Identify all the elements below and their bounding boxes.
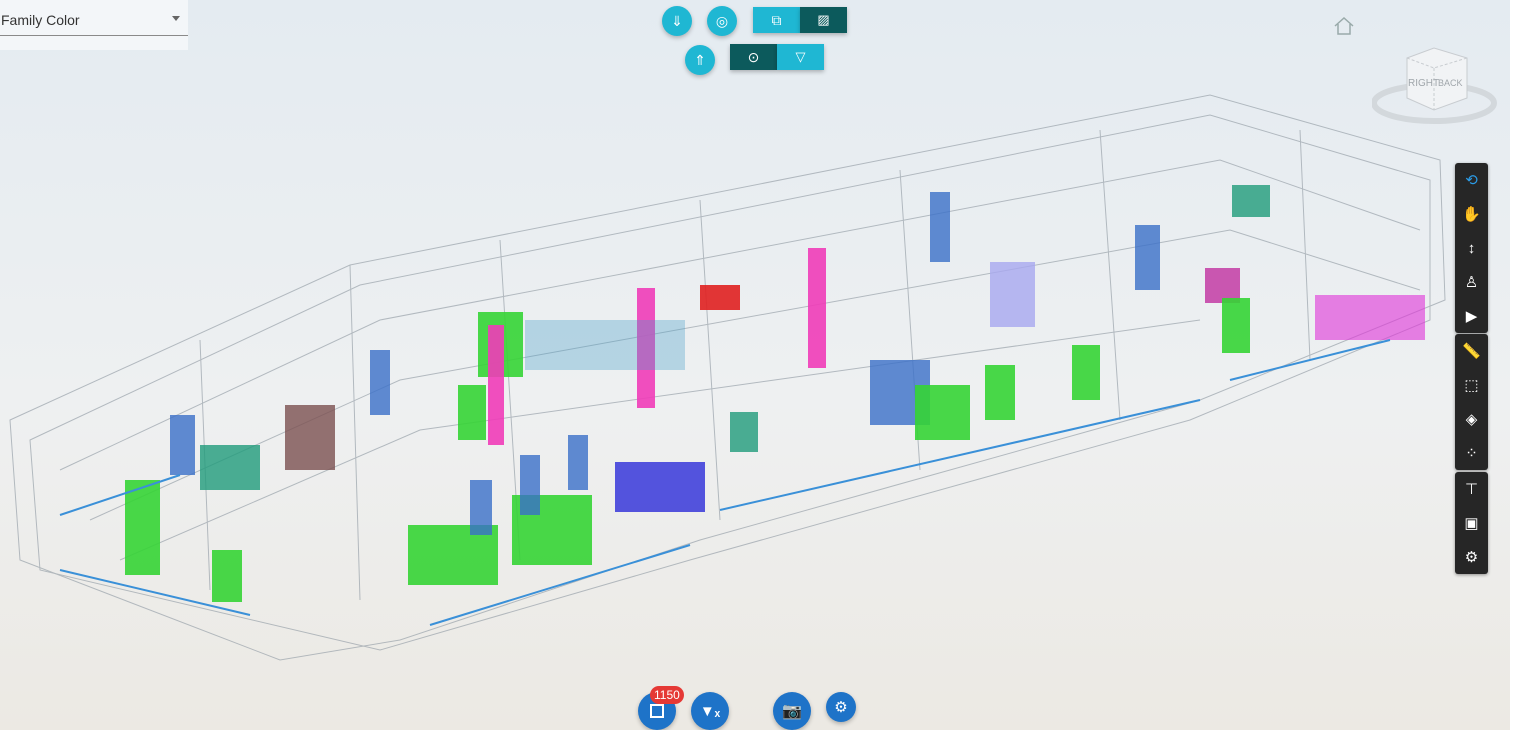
measure-icon: 📏 xyxy=(1462,343,1481,360)
structure-button[interactable]: ⊤ xyxy=(1455,472,1488,506)
camera-icon: ▶ xyxy=(1465,308,1478,325)
focus-button[interactable]: ◎ xyxy=(707,6,737,36)
explode-icon: ◈ xyxy=(1465,411,1478,428)
pan-button[interactable]: ✋ xyxy=(1455,197,1488,231)
section-button[interactable]: ⬚ xyxy=(1455,368,1488,402)
chevron-down-icon xyxy=(172,16,180,21)
navigation-toolbar: ⟲ ✋ ↕ ♙ ▶ xyxy=(1455,163,1488,333)
structure-icon: ⊤ xyxy=(1464,481,1479,498)
zoom-button[interactable]: ↕ xyxy=(1455,231,1488,265)
settings-toolbar: ⊤ ▣ ⚙ xyxy=(1455,472,1488,574)
settings-button[interactable]: ⚙ xyxy=(1455,540,1488,574)
hatch-button[interactable]: ▨ xyxy=(800,7,847,33)
camera-icon: 📷 xyxy=(782,703,802,720)
crosshair-icon: ◎ xyxy=(715,12,729,29)
tools-toolbar: 📏 ⬚ ◈ ⁘ xyxy=(1455,334,1488,470)
selection-count-badge: 1150 xyxy=(650,686,684,704)
record-button[interactable]: ⊙ xyxy=(730,44,777,70)
pan-icon: ✋ xyxy=(1462,206,1481,223)
move-down-button[interactable]: ⇓ xyxy=(662,6,692,36)
first-person-button[interactable]: ♙ xyxy=(1455,265,1488,299)
model-browser-button[interactable]: ⁘ xyxy=(1455,436,1488,470)
viewcube-face-right[interactable]: RIGHT xyxy=(1408,78,1439,89)
filter-button[interactable]: ▽ xyxy=(777,44,824,70)
orbit-button[interactable]: ⟲ xyxy=(1455,163,1488,197)
explode-button[interactable]: ◈ xyxy=(1455,402,1488,436)
screenshot-button[interactable]: 📷 xyxy=(773,692,811,730)
orbit-icon: ⟲ xyxy=(1465,172,1478,189)
record-icon: ⊙ xyxy=(747,48,760,65)
home-icon[interactable] xyxy=(1333,16,1355,36)
first-person-icon: ♙ xyxy=(1464,274,1479,291)
clear-filter-button[interactable]: ▼ₓ xyxy=(691,692,729,730)
family-color-dropdown[interactable]: Family Color xyxy=(0,0,188,50)
hatch-icon: ▨ xyxy=(817,12,830,27)
viewcube[interactable]: RIGHT BACK xyxy=(1372,38,1497,128)
properties-button[interactable]: ▣ xyxy=(1455,506,1488,540)
filter-clear-icon: ▼ₓ xyxy=(699,702,721,720)
copy-select-icon: ⧉ xyxy=(771,11,782,28)
model-browser-icon: ⁘ xyxy=(1465,445,1478,462)
filter-icon: ▽ xyxy=(795,49,806,64)
section-icon: ⬚ xyxy=(1464,377,1479,394)
arrow-down-icon: ⇓ xyxy=(671,12,683,29)
measure-button[interactable]: 📏 xyxy=(1455,334,1488,368)
bim-3d-model-view[interactable] xyxy=(0,60,1450,680)
dropdown-selected-value: Family Color xyxy=(0,8,188,36)
camera-button[interactable]: ▶ xyxy=(1455,299,1488,333)
gear-icon: ⚙ xyxy=(834,699,848,716)
copy-select-button[interactable]: ⧉ xyxy=(753,7,800,33)
viewcube-face-back[interactable]: BACK xyxy=(1438,78,1463,88)
arrow-up-icon: ⇑ xyxy=(694,51,706,68)
viewer-settings-button[interactable]: ⚙ xyxy=(826,692,856,722)
settings-icon: ⚙ xyxy=(1464,549,1479,566)
properties-icon: ▣ xyxy=(1464,515,1479,532)
zoom-icon: ↕ xyxy=(1467,239,1476,257)
square-icon xyxy=(650,704,664,718)
right-edge xyxy=(1510,0,1516,730)
move-up-button[interactable]: ⇑ xyxy=(685,45,715,75)
